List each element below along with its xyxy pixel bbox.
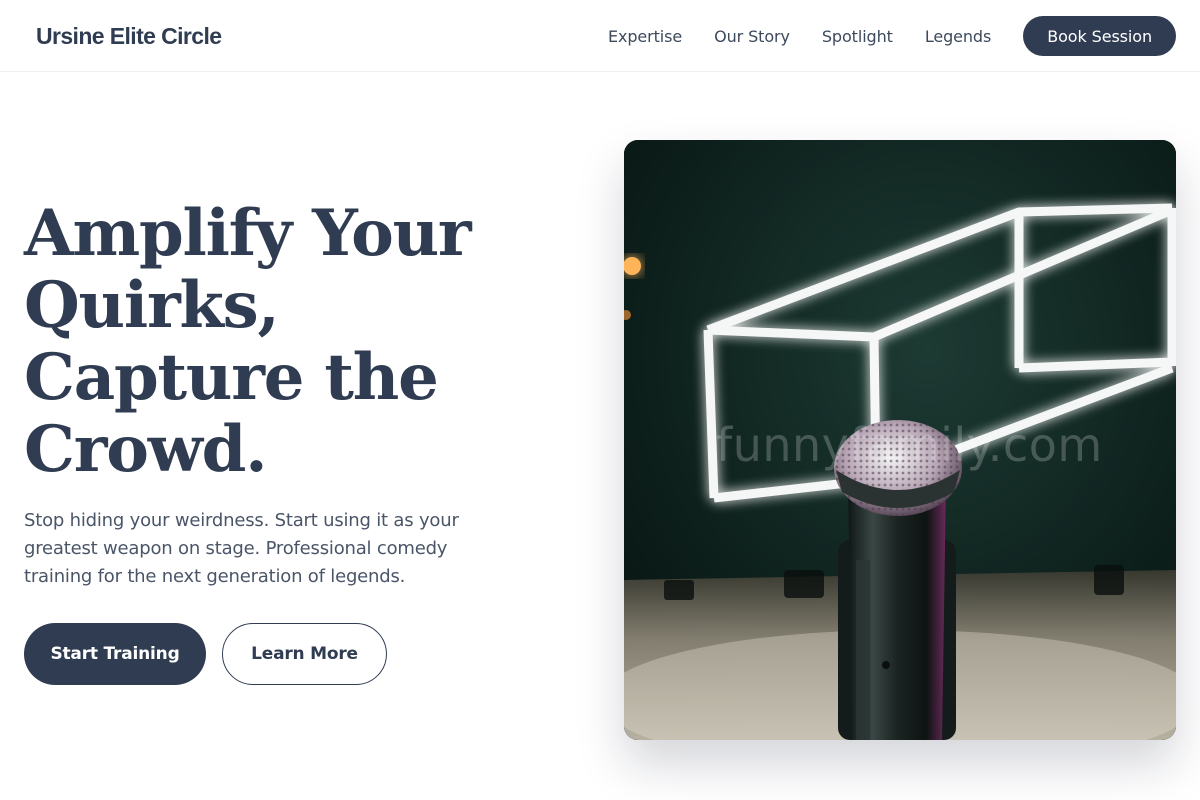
start-training-button[interactable]: Start Training [24, 623, 206, 685]
hero-image: funnyfamily.com [624, 140, 1176, 740]
hero-subtitle: Stop hiding your weirdness. Start using … [24, 510, 459, 587]
brand-logo[interactable]: Ursine Elite Circle [36, 20, 222, 52]
nav-link-spotlight[interactable]: Spotlight [822, 27, 893, 46]
book-session-button[interactable]: Book Session [1023, 16, 1176, 56]
top-navbar: Ursine Elite Circle Expertise Our Story … [0, 0, 1200, 72]
hero-title: Amplify Your Quirks, Capture the Crowd. [24, 198, 584, 486]
hero-title-line: Crowd. [24, 412, 267, 487]
nav-link-our-story[interactable]: Our Story [714, 27, 790, 46]
learn-more-button[interactable]: Learn More [222, 623, 387, 685]
nav-link-legends[interactable]: Legends [925, 27, 992, 46]
image-watermark: funnyfamily.com [716, 418, 1103, 472]
hero-title-line: Capture the [24, 340, 439, 415]
main-nav: Expertise Our Story Spotlight Legends Bo… [608, 16, 1176, 56]
hero-title-line: Amplify Your [24, 196, 472, 271]
nav-link-expertise[interactable]: Expertise [608, 27, 682, 46]
hero-title-line: Quirks, [24, 268, 280, 343]
